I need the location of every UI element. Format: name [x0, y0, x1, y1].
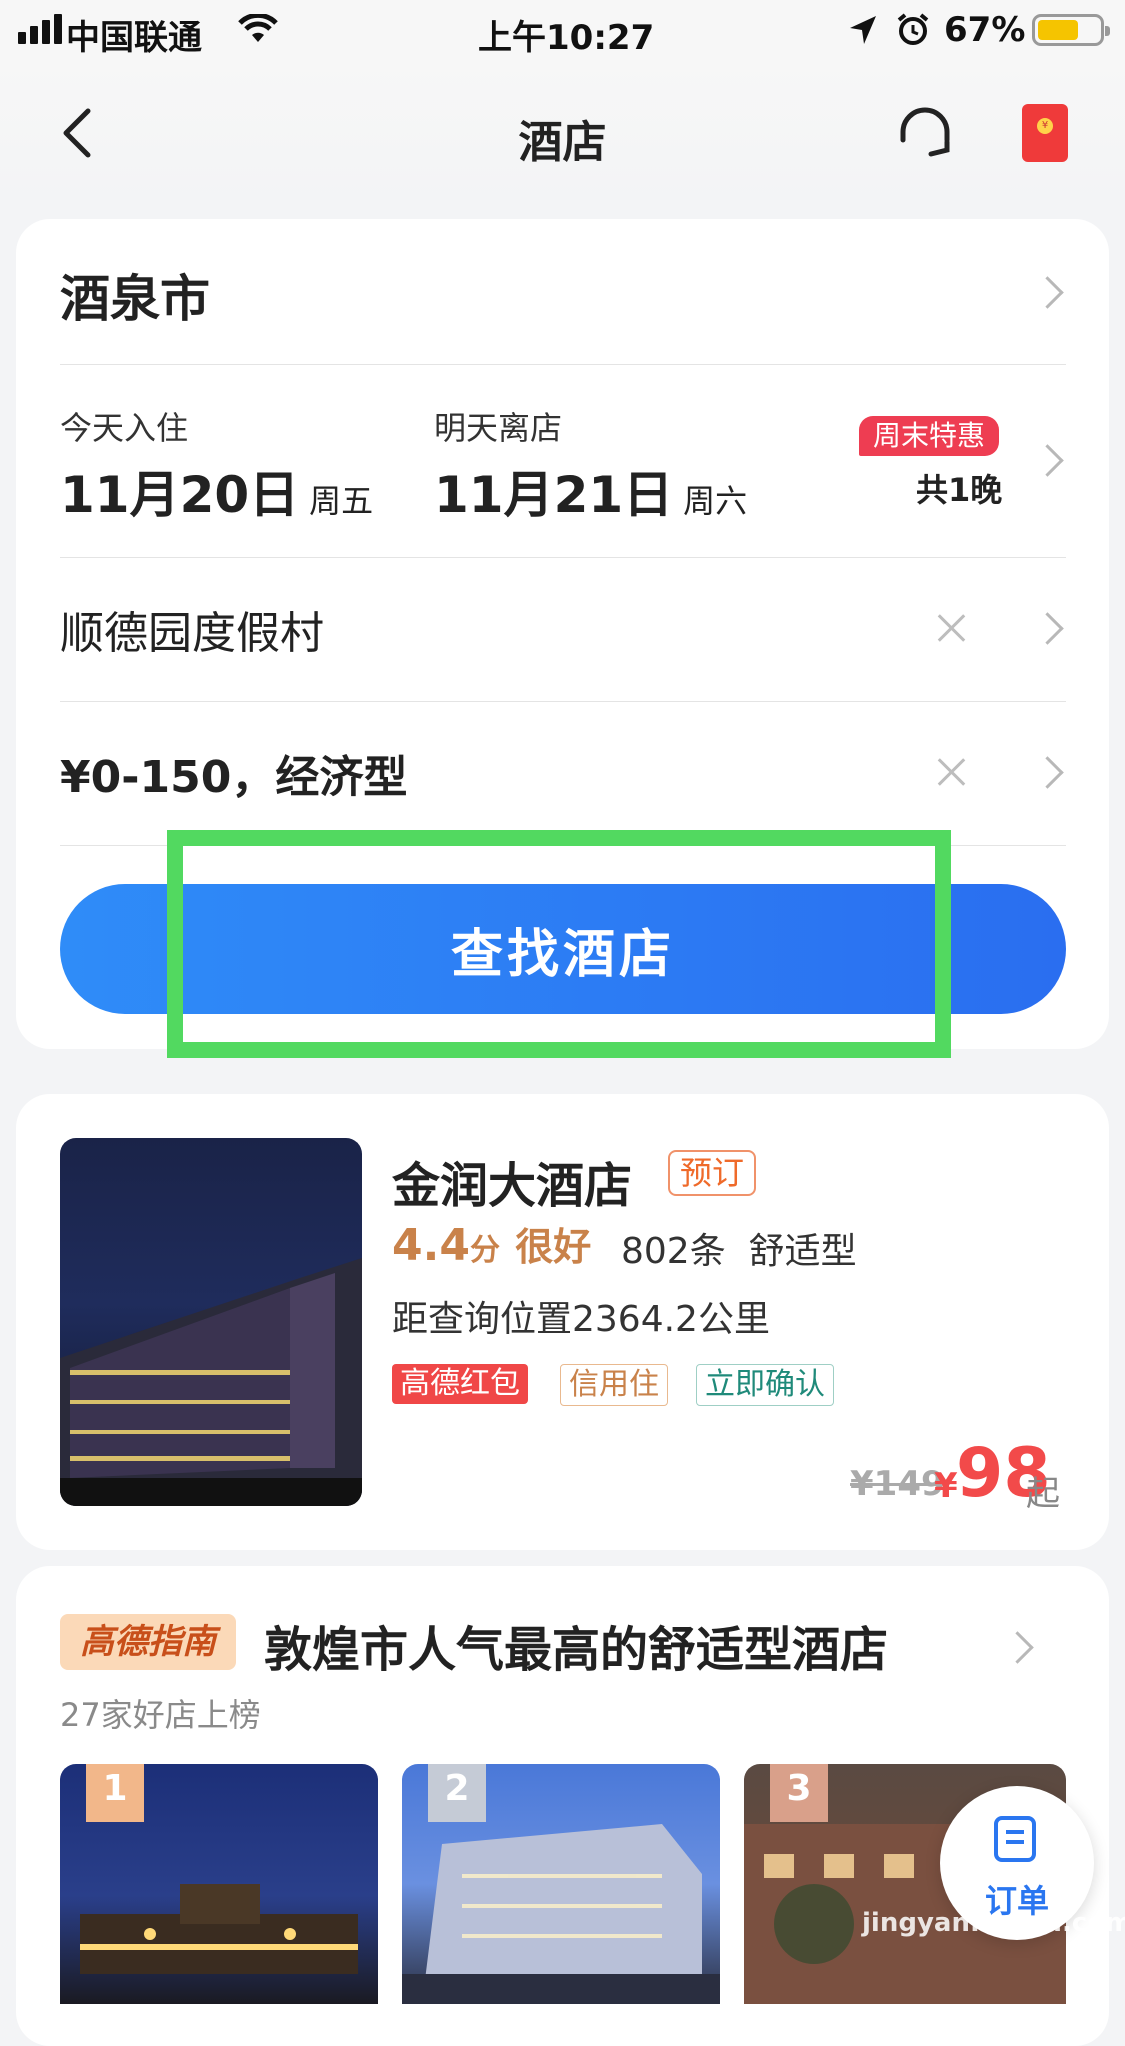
guide-badge: 高德指南 [60, 1614, 236, 1670]
score-value: 4.4 [392, 1220, 470, 1271]
clock: 上午10:27 [478, 18, 655, 58]
rating-word: 很好 [515, 1225, 592, 1269]
highlight-box [167, 830, 951, 1058]
tag-red-packet: 高德红包 [392, 1364, 528, 1404]
ranking-subtitle: 27家好店上榜 [60, 1696, 261, 1734]
ranking-item-1[interactable]: 1 [60, 1764, 378, 2004]
divider [60, 364, 1066, 365]
divider [60, 701, 1066, 702]
order-list-icon [994, 1816, 1036, 1862]
distance-info: 距查询位置2364.2公里 [392, 1299, 770, 1340]
nights-count: 共1晚 [916, 471, 1003, 509]
red-packet-icon[interactable]: ¥ [1022, 104, 1068, 162]
clear-filter-icon[interactable] [936, 757, 966, 787]
checkout-date-value: 11月21日 [434, 466, 674, 524]
review-count: 802条 [621, 1231, 726, 1272]
checkin-label: 今天入住 [60, 409, 189, 447]
price-currency: ¥ [934, 1466, 958, 1506]
status-bar: 中国联通 上午10:27 67% [0, 0, 1125, 62]
price-suffix: 起 [1026, 1474, 1060, 1514]
chevron-right-icon [1031, 612, 1064, 645]
checkout-weekday: 周六 [683, 482, 748, 520]
chevron-right-icon [1001, 1631, 1034, 1664]
customer-service-icon[interactable] [895, 102, 955, 162]
weekend-promo-badge: 周末特惠 [859, 416, 1000, 456]
checkin-weekday: 周五 [309, 482, 374, 520]
ranking-title: 敦煌市人气最高的舒适型酒店 [264, 1622, 889, 1678]
ranking-item-2[interactable]: 2 [402, 1764, 720, 2004]
location-arrow-icon [850, 16, 876, 44]
battery-level [1038, 20, 1078, 40]
keyword-field[interactable]: 顺德园度假村 [60, 597, 324, 661]
rank-badge: 3 [770, 1764, 828, 1822]
nav-header: 酒店 ¥ [0, 62, 1125, 202]
page-title: 酒店 [518, 117, 607, 168]
hotel-photo [60, 1138, 362, 1506]
clear-keyword-icon[interactable] [936, 613, 966, 643]
review-info: 802条 舒适型 [621, 1222, 857, 1274]
score-unit: 分 [469, 1233, 500, 1268]
hotel-name: 金润大酒店 [392, 1158, 633, 1214]
wifi-icon [238, 14, 278, 42]
divider [60, 557, 1066, 558]
price-filter-field[interactable]: ¥0-150，经济型 [60, 741, 407, 805]
checkin-date[interactable]: 今天入住 11月20日 周五 [60, 403, 373, 527]
battery-icon [1032, 14, 1110, 46]
checkout-label: 明天离店 [434, 409, 563, 447]
hotel-type: 舒适型 [748, 1231, 857, 1272]
tag-credit-stay: 信用住 [560, 1364, 668, 1406]
city-selector[interactable]: 酒泉市 [60, 259, 210, 331]
watermark: jingyan.baidu.com [862, 1908, 1125, 1938]
checkout-date[interactable]: 明天离店 11月21日 周六 [434, 403, 747, 527]
battery-percent: 67% [944, 10, 1026, 50]
chevron-right-icon [1031, 756, 1064, 789]
carrier-label: 中国联通 [66, 18, 202, 58]
chevron-right-icon [1031, 276, 1064, 309]
rank-badge: 1 [86, 1764, 144, 1822]
chevron-right-icon [1031, 444, 1064, 477]
tag-instant-confirm: 立即确认 [696, 1364, 834, 1406]
booking-tag: 预订 [668, 1150, 757, 1196]
original-price: ¥149 [850, 1464, 945, 1504]
hotel-card[interactable]: 金润大酒店 预订 4.4分 很好 802条 舒适型 距查询位置2364.2公里 … [16, 1094, 1109, 1550]
alarm-icon [897, 13, 929, 45]
signal-icon [18, 14, 66, 44]
rank-badge: 2 [428, 1764, 486, 1822]
checkin-date-value: 11月20日 [60, 466, 300, 524]
ranking-card[interactable]: 高德指南 敦煌市人气最高的舒适型酒店 27家好店上榜 1 2 3 [16, 1566, 1109, 2046]
hotel-score: 4.4分 很好 [392, 1216, 591, 1271]
